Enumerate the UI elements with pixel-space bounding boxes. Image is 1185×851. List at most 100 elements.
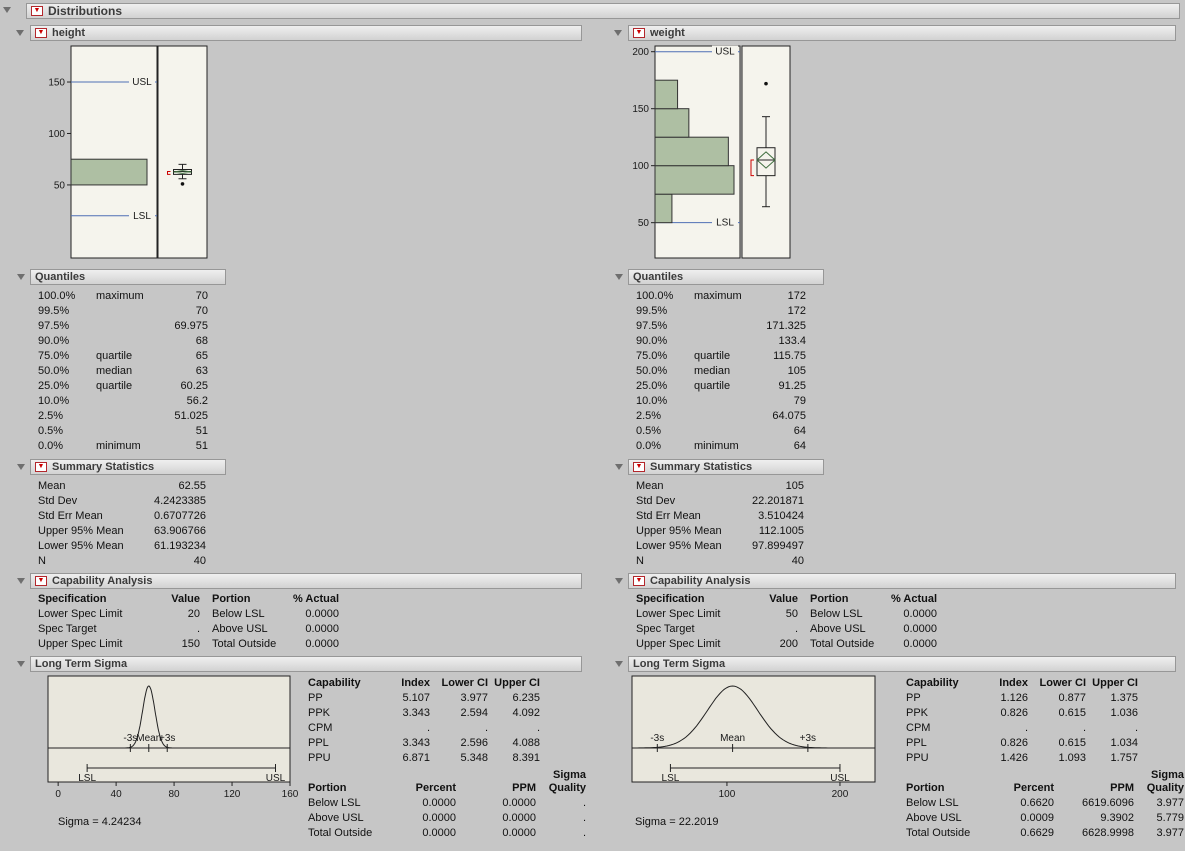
summary-value: 62.55 xyxy=(178,480,206,492)
summary-label: Lower 95% Mean xyxy=(636,540,722,552)
weight-summary-red-triangle-menu-icon[interactable]: ▼ xyxy=(633,462,645,472)
height-capability-curve-plot[interactable]: -3sMean+3s LSL USL 0 40 80 120 160 xyxy=(42,672,312,804)
quantile-row: 90.0% 133.4 xyxy=(636,334,806,349)
index-value: 1.126 xyxy=(1000,692,1028,704)
long-term-sigma-title: Long Term Sigma xyxy=(35,658,128,670)
index-value: 6.871 xyxy=(402,752,430,764)
histogram-bar[interactable] xyxy=(654,136,729,167)
capability-index-row: PP 5.107 3.977 6.235 xyxy=(308,691,540,706)
index-name: PP xyxy=(308,692,323,704)
weight-histogram-plot[interactable]: 50 100 150 200 USL LSL xyxy=(626,44,826,266)
summary-label: Mean xyxy=(38,480,66,492)
portion-sigma-quality: . xyxy=(582,797,586,809)
summary-row: Lower 95% Mean 61.193234 xyxy=(38,539,206,554)
height-summary-table: Mean 62.55 Std Dev 4.2423385 Std Err Mea… xyxy=(38,479,206,569)
col-pct-actual: % Actual xyxy=(292,593,339,605)
weight-collapse-triangle[interactable] xyxy=(614,30,622,36)
quantile-value: 64.075 xyxy=(772,410,806,422)
height-portion-header-line2: Portion Percent PPM Quality xyxy=(308,781,586,796)
quantile-pct: 25.0% xyxy=(636,380,668,392)
index-upper-ci: 1.034 xyxy=(1110,737,1138,749)
histogram-bar[interactable] xyxy=(654,79,679,110)
quantile-row: 0.5% 64 xyxy=(636,424,806,439)
weight-sigma-value: Sigma = 22.2019 xyxy=(635,816,719,828)
col-index: Index xyxy=(401,677,430,689)
index-lower-ci: . xyxy=(484,722,488,734)
portion-percent: 0.0009 xyxy=(1020,812,1054,824)
quantile-row: 10.0% 79 xyxy=(636,394,806,409)
portion-name: Below LSL xyxy=(212,608,265,620)
quantile-name: median xyxy=(694,365,731,377)
quantile-row: 100.0% maximum 70 xyxy=(38,289,208,304)
portion-ppm: 6619.6096 xyxy=(1082,797,1134,809)
distributions-collapse-triangle[interactable] xyxy=(3,7,11,13)
sigma-marker-label: -3s xyxy=(123,733,137,744)
quantile-pct: 100.0% xyxy=(636,290,674,302)
index-upper-ci: 1.036 xyxy=(1110,707,1138,719)
height-collapse-triangle[interactable] xyxy=(16,30,24,36)
index-upper-ci: . xyxy=(1134,722,1138,734)
sigma-marker-label: Mean xyxy=(720,733,745,744)
quantile-value: 60.25 xyxy=(180,380,208,392)
summary-label: Upper 95% Mean xyxy=(636,525,722,537)
weight-capability-red-triangle-menu-icon[interactable]: ▼ xyxy=(633,576,645,586)
quantile-pct: 10.0% xyxy=(38,395,70,407)
height-red-triangle-menu-icon[interactable]: ▼ xyxy=(35,28,47,38)
x-axis-tick-label: 160 xyxy=(282,789,299,800)
capability-index-row: PPL 0.826 0.615 1.034 xyxy=(906,736,1138,751)
height-capability-collapse-triangle[interactable] xyxy=(17,578,25,584)
weight-red-triangle-menu-icon[interactable]: ▼ xyxy=(633,28,645,38)
portion-percent: 0.0000 xyxy=(422,812,456,824)
weight-capability-table: Lower Spec Limit 50 Below LSL 0.0000 Spe… xyxy=(636,607,937,652)
portion-name: Total Outside xyxy=(212,638,277,650)
weight-capability-collapse-triangle[interactable] xyxy=(615,578,623,584)
height-quantiles-collapse-triangle[interactable] xyxy=(17,274,25,280)
height-summary-red-triangle-menu-icon[interactable]: ▼ xyxy=(35,462,47,472)
col-lower-ci: Lower CI xyxy=(441,677,488,689)
y-axis-tick-label: 200 xyxy=(632,47,649,58)
summary-value: 0.6707726 xyxy=(154,510,206,522)
summary-value: 61.193234 xyxy=(154,540,206,552)
histogram-bar[interactable] xyxy=(654,108,690,138)
height-summary-collapse-triangle[interactable] xyxy=(17,464,25,470)
summary-value: 22.201871 xyxy=(752,495,804,507)
quantile-value: 70 xyxy=(195,305,208,317)
summary-label: Std Err Mean xyxy=(38,510,103,522)
quantile-pct: 75.0% xyxy=(38,350,70,362)
spec-value: 200 xyxy=(779,638,798,650)
capability-index-row: PP 1.126 0.877 1.375 xyxy=(906,691,1138,706)
quantile-pct: 99.5% xyxy=(38,305,70,317)
weight-portion-table: Below LSL 0.6620 6619.6096 3.977 Above U… xyxy=(906,796,1184,841)
summary-row: Lower 95% Mean 97.899497 xyxy=(636,539,804,554)
height-summary-header: ▼ Summary Statistics xyxy=(30,459,226,475)
index-upper-ci: 4.092 xyxy=(512,707,540,719)
height-capability-red-triangle-menu-icon[interactable]: ▼ xyxy=(35,576,47,586)
histogram-bar[interactable] xyxy=(70,158,148,186)
capability-index-row: CPM . . . xyxy=(308,721,540,736)
quantile-name xyxy=(96,409,156,424)
height-sigma-capability-header: Capability Index Lower CI Upper CI xyxy=(308,676,540,691)
quantile-pct: 99.5% xyxy=(636,305,668,317)
quantiles-title: Quantiles xyxy=(633,271,684,283)
index-lower-ci: 0.615 xyxy=(1058,737,1086,749)
col-upper-ci: Upper CI xyxy=(494,677,540,689)
col-index: Index xyxy=(999,677,1028,689)
index-upper-ci: . xyxy=(536,722,540,734)
quantile-value: 64 xyxy=(793,425,806,437)
weight-quantiles-collapse-triangle[interactable] xyxy=(615,274,623,280)
summary-row: N 40 xyxy=(38,554,206,569)
histogram-bar[interactable] xyxy=(654,193,673,224)
height-sigma-collapse-triangle[interactable] xyxy=(17,661,25,667)
histogram-bar[interactable] xyxy=(654,165,735,195)
index-lower-ci: 0.877 xyxy=(1058,692,1086,704)
quantile-value: 91.25 xyxy=(778,380,806,392)
height-histogram-plot[interactable]: 50 100 150 USL LSL xyxy=(28,44,228,266)
portion-row: Total Outside 0.6629 6628.9998 3.977 xyxy=(906,826,1184,841)
summary-row: Std Dev 22.201871 xyxy=(636,494,804,509)
y-axis-tick-label: 150 xyxy=(632,104,649,115)
weight-capability-curve-plot[interactable]: -3s Mean +3sLSL USL100 200 xyxy=(622,672,892,804)
col-quality: Quality xyxy=(1146,782,1184,794)
capability-index-row: PPL 3.343 2.596 4.088 xyxy=(308,736,540,751)
weight-sigma-collapse-triangle[interactable] xyxy=(615,661,623,667)
weight-summary-collapse-triangle[interactable] xyxy=(615,464,623,470)
